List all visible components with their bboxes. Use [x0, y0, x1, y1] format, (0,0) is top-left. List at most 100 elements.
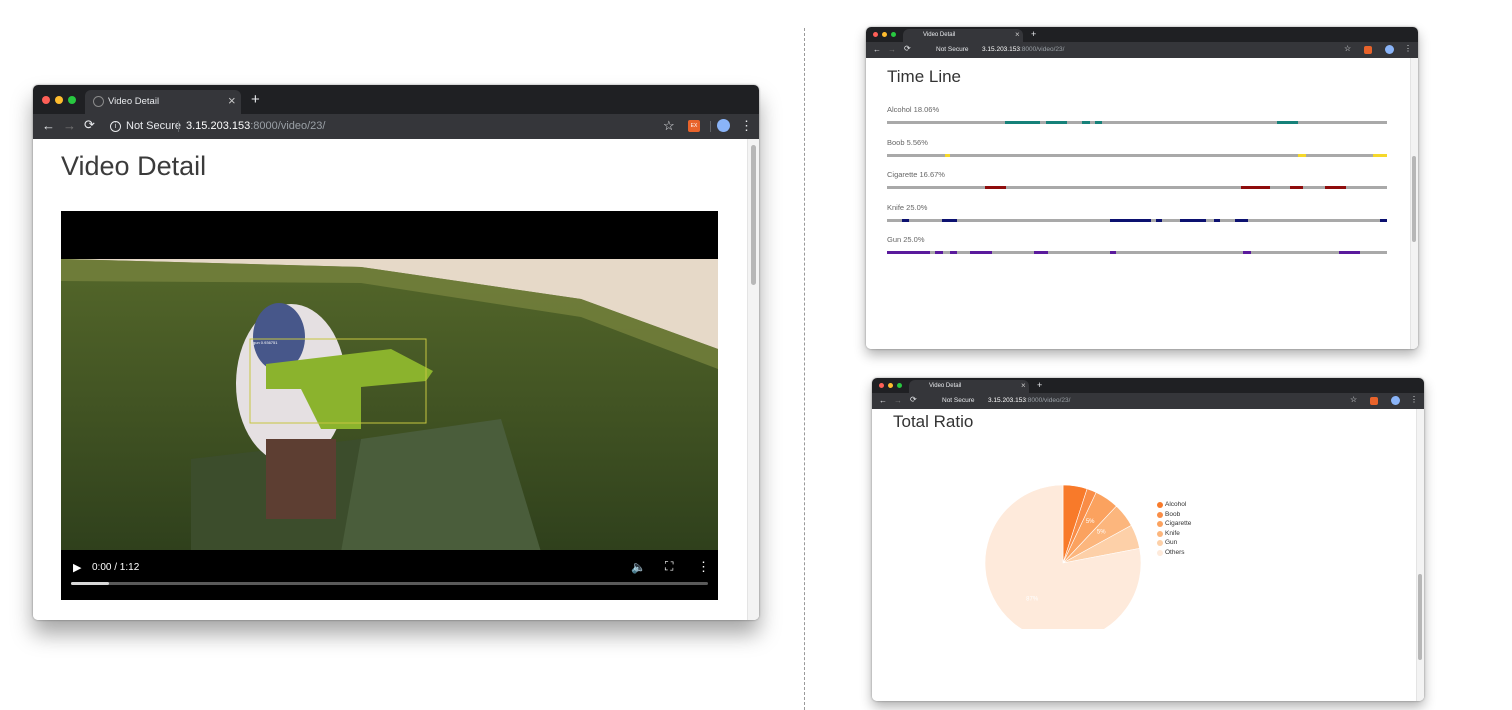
reload-icon[interactable]: ⟳	[84, 117, 95, 133]
extension-icon[interactable]	[1364, 46, 1372, 54]
page-content: Time Line Alcohol 18.06% Boob 5.56% Cigare…	[866, 58, 1418, 349]
tab-title: Video Detail	[923, 32, 956, 38]
back-arrow-icon[interactable]: ←	[42, 118, 55, 133]
panel-divider	[804, 28, 805, 710]
tab-strip: Video Detail × +	[872, 378, 1424, 393]
legend-swatch	[1157, 521, 1163, 527]
legend-label: Boob	[1165, 510, 1181, 518]
minimize-window-button[interactable]	[888, 383, 893, 388]
star-icon[interactable]: ☆	[663, 118, 675, 134]
scrollbar-thumb[interactable]	[751, 145, 756, 285]
close-window-button[interactable]	[42, 96, 50, 104]
timeline-segment	[1379, 218, 1387, 222]
timeline-segment	[984, 186, 1006, 189]
avatar[interactable]	[717, 119, 730, 132]
url-field[interactable]: 3.15.203.153:8000/video/23/	[982, 46, 1064, 53]
close-tab-icon[interactable]: ×	[1015, 30, 1020, 39]
timeline-segment	[969, 251, 992, 254]
pie-data-label: 87%	[1026, 596, 1039, 602]
maximize-window-button[interactable]	[897, 383, 902, 388]
legend-label: Others	[1165, 548, 1185, 556]
timeline-label: Cigarette 16.67%	[887, 170, 945, 179]
minimize-window-button[interactable]	[55, 96, 63, 104]
extension-icon[interactable]: EX	[688, 120, 700, 132]
timeline-segment	[1235, 218, 1248, 222]
maximize-window-button[interactable]	[68, 96, 76, 104]
minimize-window-button[interactable]	[882, 32, 887, 37]
security-status[interactable]: Not Secure	[126, 120, 181, 132]
scrollbar[interactable]	[1416, 409, 1424, 701]
forward-arrow-icon[interactable]: →	[894, 396, 902, 405]
scrollbar[interactable]	[747, 139, 759, 620]
timeline-segment	[1082, 121, 1090, 124]
url-field[interactable]: 3.15.203.153:8000/video/23/	[186, 120, 325, 132]
globe-icon	[93, 96, 104, 107]
security-status[interactable]: Not Secure	[942, 397, 975, 404]
security-status[interactable]: Not Secure	[936, 46, 969, 53]
forward-arrow-icon[interactable]: →	[888, 45, 896, 54]
star-icon[interactable]: ☆	[1344, 44, 1351, 53]
new-tab-button[interactable]: +	[1031, 29, 1036, 39]
legend-swatch	[1157, 540, 1163, 546]
legend-swatch	[1157, 511, 1163, 518]
timeline-segment	[1213, 218, 1220, 222]
timeline-segment	[944, 153, 950, 157]
pie-data-label: 5%	[1097, 529, 1106, 535]
tab-video-detail[interactable]: Video Detail ×	[903, 29, 1023, 42]
reload-icon[interactable]: ⟳	[904, 44, 911, 53]
close-tab-icon[interactable]: ×	[1021, 381, 1026, 390]
avatar[interactable]	[1391, 396, 1400, 405]
close-window-button[interactable]	[879, 383, 884, 388]
tab-title: Video Detail	[108, 96, 160, 107]
close-tab-icon[interactable]: ×	[228, 93, 236, 108]
video-menu-dots-icon[interactable]: ⋮	[697, 559, 710, 575]
avatar[interactable]	[1385, 45, 1394, 54]
volume-icon[interactable]: 🔈	[631, 560, 646, 574]
timeline-segment	[1241, 186, 1270, 189]
new-tab-button[interactable]: +	[1037, 380, 1042, 390]
fullscreen-icon[interactable]: ⛶	[665, 559, 673, 574]
timeline-track	[887, 153, 1387, 157]
pie-data-label: 5%	[1086, 519, 1095, 525]
page-content: Video Detail gun 0.936751 ▶ 0:00 / 1:12 …	[33, 139, 759, 620]
url-field[interactable]: 3.15.203.153:8000/video/23/	[988, 397, 1070, 404]
legend-swatch	[1157, 530, 1163, 537]
timeline-label: Boob 5.56%	[887, 137, 928, 147]
timeline-segment	[1324, 186, 1346, 189]
tab-video-detail[interactable]: Video Detail ×	[909, 380, 1029, 393]
seek-bar-fill	[71, 582, 110, 585]
timeline-segment	[942, 218, 957, 222]
timeline-segment	[887, 251, 930, 254]
scrollbar-thumb[interactable]	[1412, 156, 1416, 242]
ratio-title: Total Ratio	[893, 412, 974, 431]
maximize-window-button[interactable]	[891, 32, 896, 37]
timeline-segment	[934, 251, 943, 254]
reload-icon[interactable]: ⟳	[910, 395, 917, 404]
menu-dots-icon[interactable]: ⋮	[1410, 395, 1418, 404]
menu-dots-icon[interactable]: ⋮	[1404, 44, 1412, 53]
timeline-segment	[1289, 186, 1303, 189]
menu-dots-icon[interactable]: ⋮	[740, 118, 753, 134]
seek-bar[interactable]	[71, 582, 708, 585]
tab-video-detail[interactable]: Video Detail ×	[85, 90, 241, 114]
address-bar: ← → ⟳ i Not Secure 3.15.203.153:8000/vid…	[33, 114, 759, 139]
play-icon[interactable]: ▶	[73, 561, 81, 574]
legend-label: Alcohol	[1165, 501, 1187, 508]
legend-swatch	[1157, 549, 1163, 556]
scrollbar-thumb[interactable]	[1418, 574, 1422, 660]
forward-arrow-icon[interactable]: →	[63, 118, 76, 133]
browser-window-video: Video Detail × + ← → ⟳ i Not Secure 3.15…	[33, 85, 759, 620]
new-tab-button[interactable]: +	[251, 91, 260, 108]
pie-slice-others[interactable]	[984, 484, 1142, 629]
back-arrow-icon[interactable]: ←	[879, 396, 887, 405]
extension-icon[interactable]	[1370, 397, 1378, 405]
timeline-segment	[1179, 218, 1206, 222]
timeline-segment	[1298, 153, 1306, 157]
legend-swatch	[1157, 502, 1163, 508]
back-arrow-icon[interactable]: ←	[873, 45, 881, 54]
video-player[interactable]: gun 0.936751 ▶ 0:00 / 1:12 🔈 ⛶ ⋮	[61, 211, 718, 600]
video-frame: gun 0.936751	[61, 259, 718, 552]
close-window-button[interactable]	[873, 32, 878, 37]
star-icon[interactable]: ☆	[1350, 395, 1357, 404]
scrollbar[interactable]	[1410, 58, 1418, 349]
